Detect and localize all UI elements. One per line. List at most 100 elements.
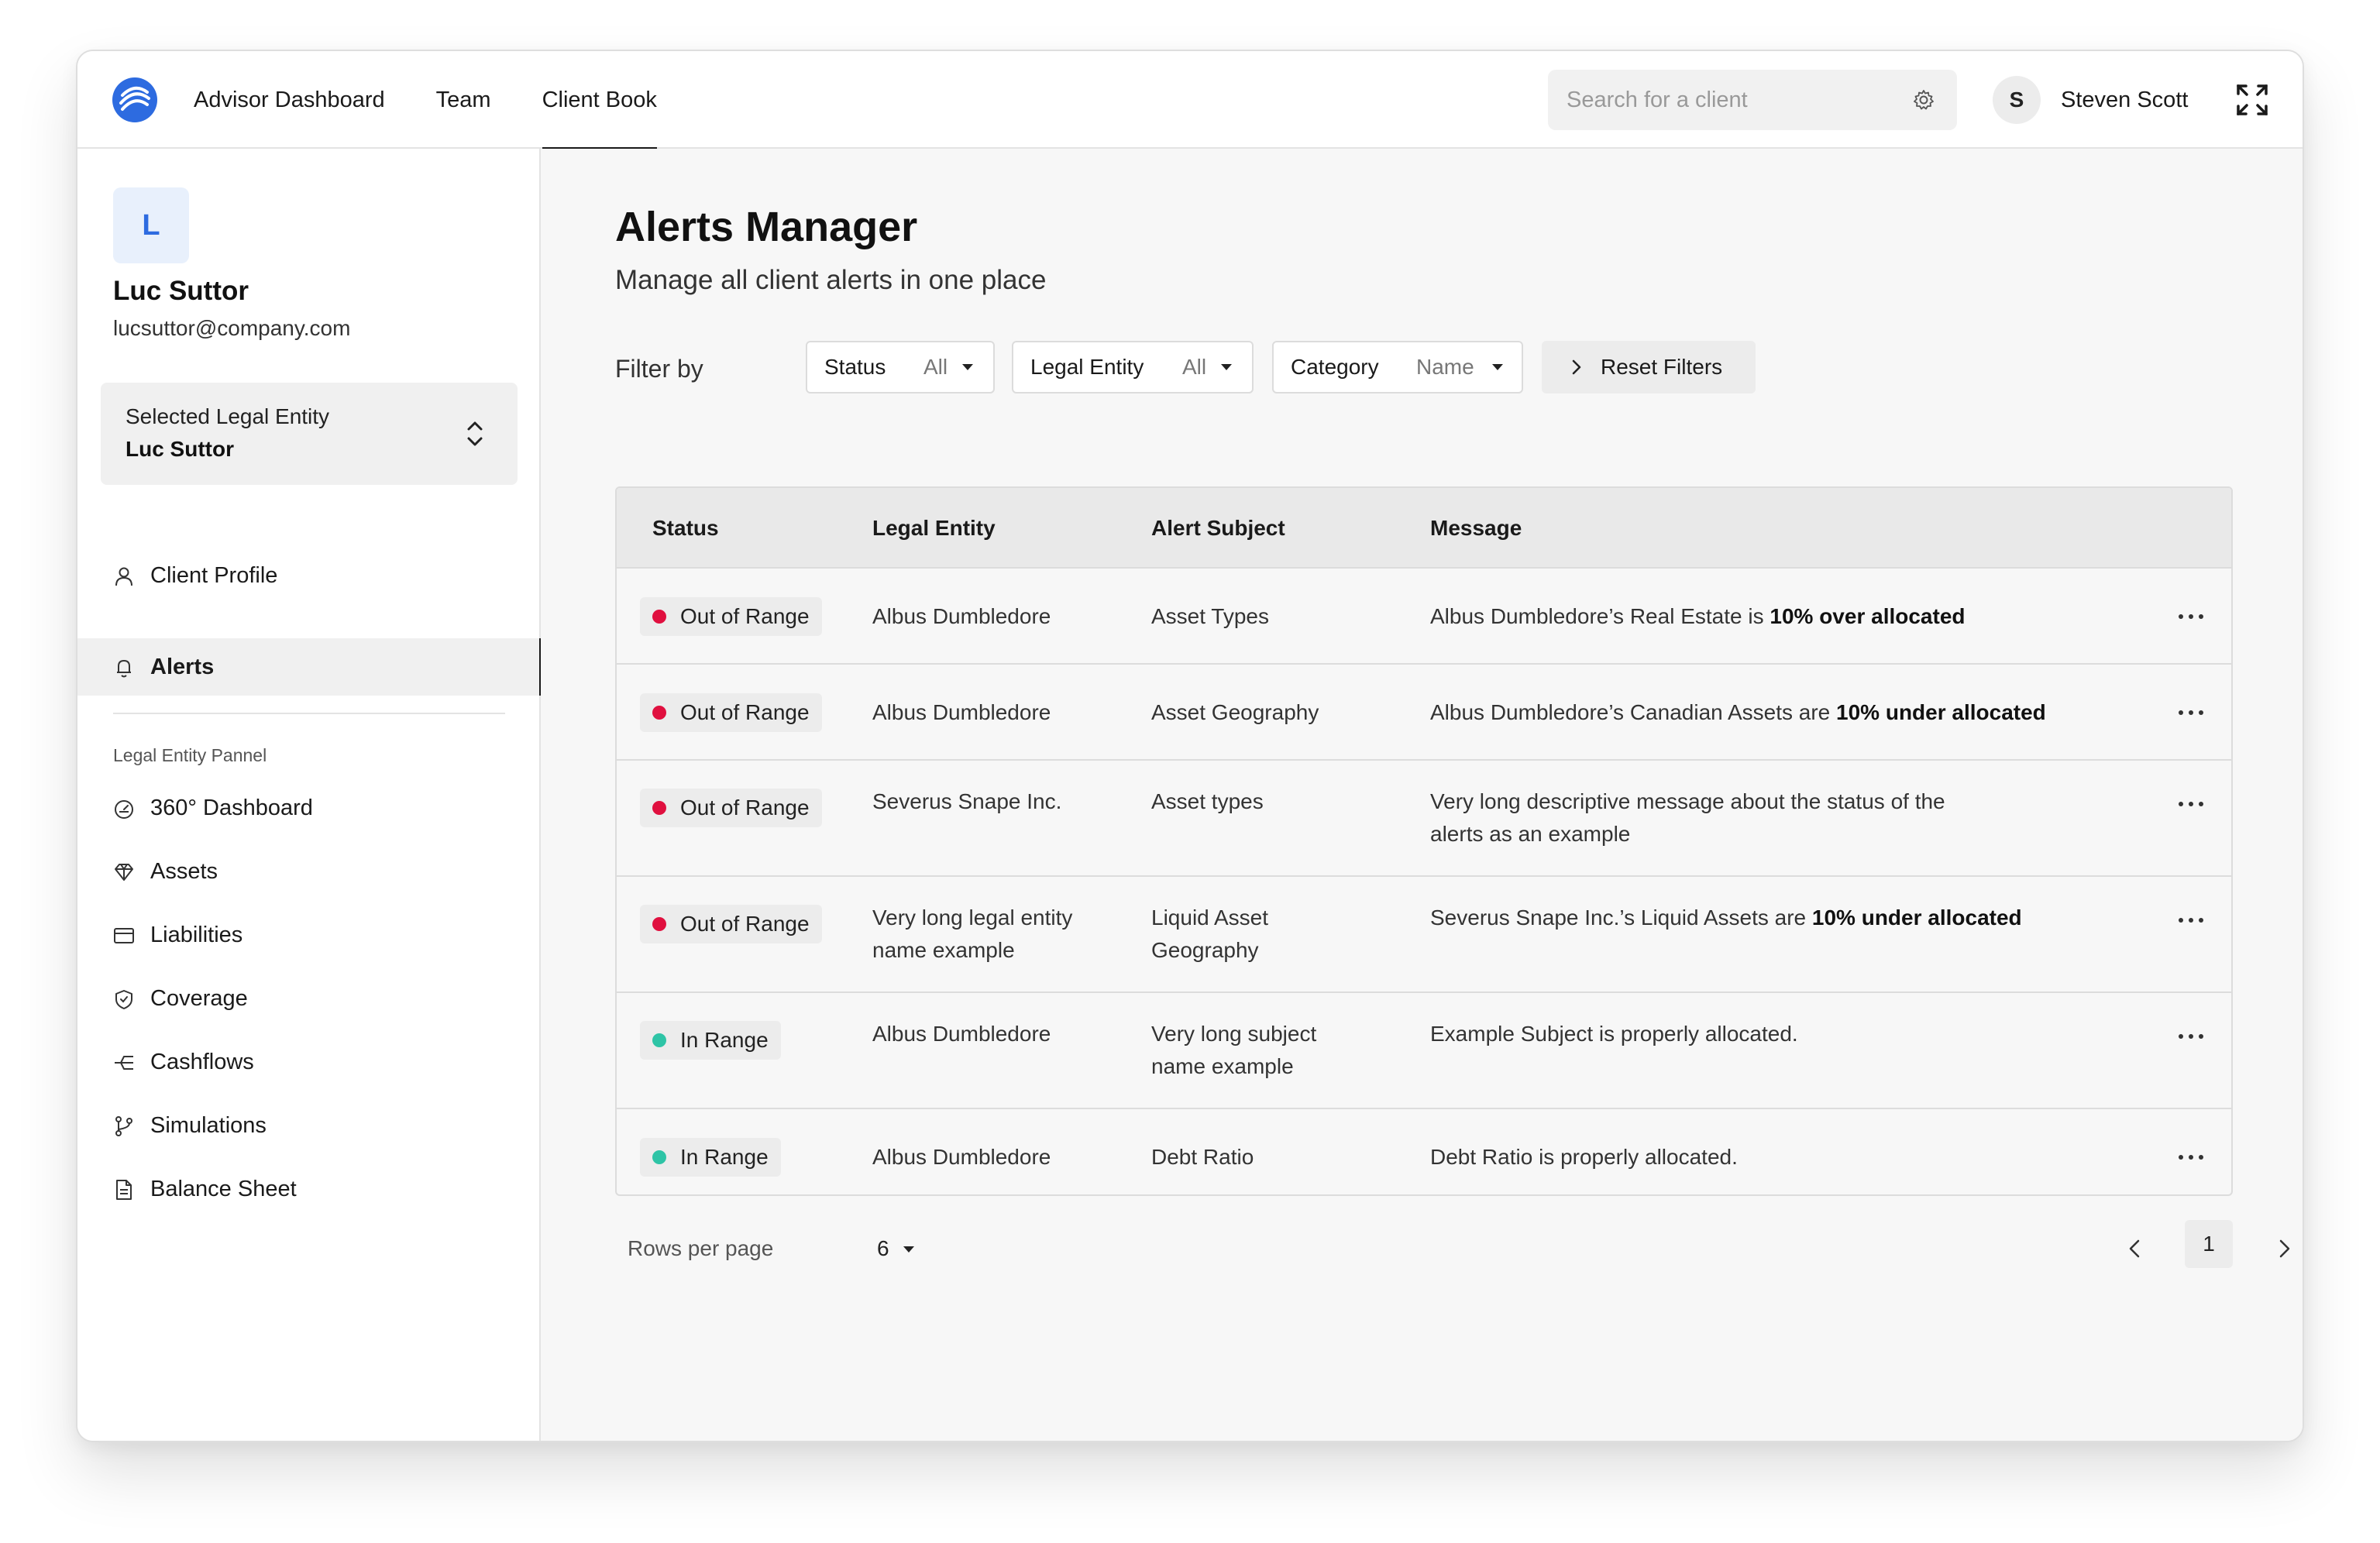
legal-entity-cell-line: Albus Dumbledore — [872, 700, 1051, 724]
table-row[interactable]: In Range Albus Dumbledore Debt Ratio Debt R… — [617, 1109, 2231, 1194]
client-avatar: L — [113, 187, 189, 263]
next-page-icon[interactable] — [2273, 1235, 2295, 1263]
alert-subject-cell-line: Debt Ratio — [1151, 1145, 1254, 1169]
more-options-icon[interactable] — [2177, 708, 2205, 717]
message-text: Severus Snape Inc.’s Liquid Assets are — [1430, 906, 1812, 930]
table-row[interactable]: Out of Range Severus Snape Inc. Asset type… — [617, 761, 2231, 877]
status-dot-icon — [652, 706, 666, 720]
alert-subject-cell-line: Very long subject — [1151, 1022, 1317, 1046]
column-header-status[interactable]: Status — [652, 488, 719, 569]
sidebar-item-assets[interactable]: Assets — [77, 843, 541, 900]
legal-entity-cell-line: Albus Dumbledore — [872, 1145, 1051, 1169]
message-cell: Debt Ratio is properly allocated. — [1430, 1141, 2127, 1174]
reset-filters-label: Reset Filters — [1601, 355, 1723, 379]
more-options-icon[interactable] — [2177, 916, 2205, 925]
legal-entity-selector-value: Luc Suttor — [126, 437, 234, 461]
message-cell: Example Subject is properly allocated. — [1430, 1018, 2127, 1050]
sidebar-item-alerts[interactable]: Alerts — [77, 638, 542, 696]
user-avatar[interactable]: S — [1993, 76, 2041, 124]
sidebar-item-simulations[interactable]: Simulations — [77, 1097, 541, 1154]
message-text: alerts as an example — [1430, 822, 1631, 846]
caret-down-icon — [1492, 364, 1503, 370]
message-emphasis: 10% under allocated — [1811, 906, 2022, 930]
alerts-table: Status Legal Entity Alert Subject Messag… — [615, 486, 2233, 1196]
client-name: Luc Suttor — [113, 276, 249, 306]
message-cell: Albus Dumbledore’s Real Estate is 10% ov… — [1430, 600, 2127, 633]
legal-entity-filter[interactable]: Legal Entity All — [1012, 341, 1254, 393]
page-title: Alerts Manager — [615, 204, 918, 250]
more-options-icon[interactable] — [2177, 799, 2205, 809]
sidebar-item-liabilities[interactable]: Liabilities — [77, 906, 541, 964]
gear-icon[interactable] — [1912, 88, 1935, 112]
table-row[interactable]: In Range Albus Dumbledore Very long subjec… — [617, 993, 2231, 1109]
rows-per-page-select[interactable]: 6 — [877, 1233, 889, 1264]
table-row[interactable]: Out of Range Albus Dumbledore Asset Types A… — [617, 569, 2231, 665]
sidebar-item-label: Assets — [150, 859, 218, 884]
legal-entity-selector[interactable]: Selected Legal Entity Luc Suttor — [101, 383, 518, 485]
legal-entity-cell: Very long legal entity name example — [872, 902, 1136, 967]
status-dot-icon — [652, 801, 666, 815]
alert-subject-cell-line: Asset types — [1151, 789, 1264, 813]
status-label: Out of Range — [680, 912, 810, 936]
diamond-icon — [115, 864, 133, 881]
expand-icon[interactable] — [2236, 84, 2268, 116]
alert-subject-cell-line: name example — [1151, 1054, 1294, 1078]
sidebar: L Luc Suttor lucsuttor@company.com Selec… — [77, 149, 542, 1441]
alert-subject-cell-line: Geography — [1151, 938, 1259, 962]
status-filter[interactable]: Status All — [806, 341, 995, 393]
chevron-up-down-icon — [467, 421, 483, 446]
flow-icon — [115, 1056, 133, 1070]
message-emphasis: 10% under allocated — [1836, 700, 2046, 724]
status-badge: Out of Range — [640, 789, 822, 827]
alert-subject-cell: Asset types — [1151, 785, 1415, 818]
search-input[interactable] — [1567, 70, 1892, 130]
more-options-icon[interactable] — [2177, 1153, 2205, 1162]
more-options-icon[interactable] — [2177, 1032, 2205, 1041]
column-header-legal-entity[interactable]: Legal Entity — [872, 488, 996, 569]
credit-card-icon — [114, 928, 134, 943]
filter-value: Name — [1416, 355, 1474, 379]
bell-icon — [117, 660, 131, 678]
status-badge: Out of Range — [640, 905, 822, 943]
brand-logo-icon[interactable] — [112, 77, 158, 123]
legal-entity-cell: Albus Dumbledore — [872, 696, 1136, 729]
alert-subject-cell-line: Asset Geography — [1151, 700, 1319, 724]
status-label: Out of Range — [680, 700, 810, 724]
reset-filters-button[interactable]: Reset Filters — [1542, 341, 1756, 393]
caret-down-icon[interactable] — [903, 1246, 914, 1253]
column-header-message[interactable]: Message — [1430, 488, 1522, 569]
sidebar-item-balance-sheet[interactable]: Balance Sheet — [77, 1160, 541, 1218]
message-emphasis: 10% over allocated — [1770, 604, 1966, 628]
sidebar-item-client-profile[interactable]: Client Profile — [77, 547, 541, 604]
current-page-button[interactable]: 1 — [2185, 1220, 2233, 1268]
legal-entity-cell: Severus Snape Inc. — [872, 785, 1136, 818]
previous-page-icon[interactable] — [2124, 1235, 2146, 1263]
sidebar-item-label: Balance Sheet — [150, 1177, 297, 1201]
shield-icon — [115, 990, 132, 1009]
caret-down-icon — [1221, 364, 1232, 370]
sidebar-item-label: Coverage — [150, 986, 248, 1011]
nav-client-book[interactable]: Client Book — [542, 51, 658, 150]
sidebar-item-cashflows[interactable]: Cashflows — [77, 1033, 541, 1091]
sidebar-item-coverage[interactable]: Coverage — [77, 970, 541, 1027]
legal-entity-cell-line: name example — [872, 938, 1015, 962]
user-name[interactable]: Steven Scott — [2061, 51, 2188, 149]
column-header-alert-subject[interactable]: Alert Subject — [1151, 488, 1285, 569]
nav-team[interactable]: Team — [436, 51, 491, 149]
sidebar-item-360-dashboard[interactable]: 360° Dashboard — [77, 779, 541, 837]
table-row[interactable]: Out of Range Very long legal entity name e… — [617, 877, 2231, 993]
table-row[interactable]: Out of Range Albus Dumbledore Asset Geogra… — [617, 665, 2231, 761]
sidebar-item-label: 360° Dashboard — [150, 796, 313, 820]
sidebar-item-label: Cashflows — [150, 1050, 254, 1074]
legal-entity-selector-label: Selected Legal Entity — [126, 404, 330, 428]
category-filter[interactable]: Category Name — [1272, 341, 1523, 393]
filter-name: Status — [824, 355, 886, 379]
filter-name: Category — [1291, 355, 1379, 379]
more-options-icon[interactable] — [2177, 612, 2205, 621]
sidebar-section-title: Legal Entity Pannel — [113, 745, 267, 765]
nav-advisor-dashboard[interactable]: Advisor Dashboard — [194, 51, 385, 149]
filter-name: Legal Entity — [1030, 355, 1144, 379]
message-cell: Very long descriptive message about the … — [1430, 785, 2127, 851]
client-email: lucsuttor@company.com — [113, 316, 351, 340]
status-badge: Out of Range — [640, 597, 822, 636]
